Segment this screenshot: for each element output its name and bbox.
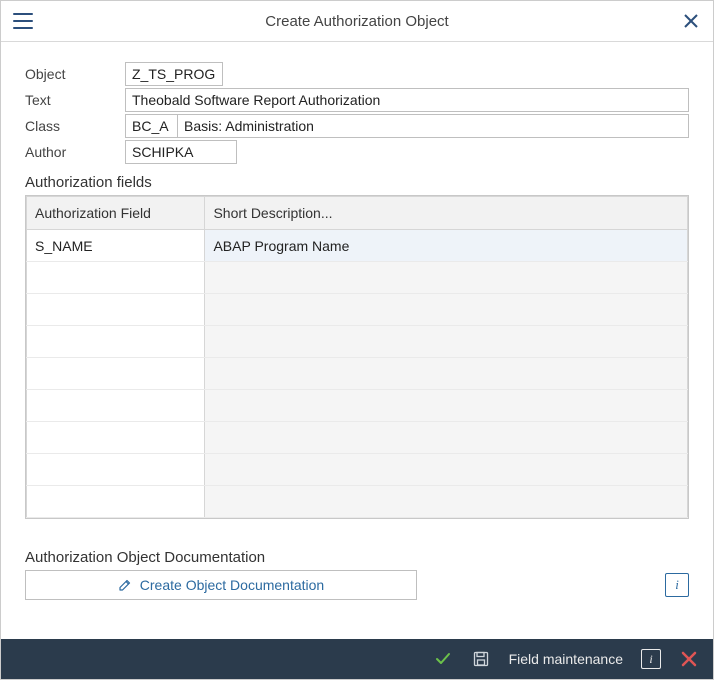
cell-desc[interactable]: ABAP Program Name (205, 230, 688, 262)
label-text: Text (25, 88, 125, 112)
cell-desc[interactable] (205, 390, 688, 422)
table-row[interactable] (27, 262, 688, 294)
heading-doc: Authorization Object Documentation (25, 549, 689, 566)
input-object[interactable]: Z_TS_PROG (125, 62, 223, 86)
input-class-desc[interactable]: Basis: Administration (177, 114, 689, 138)
cell-field[interactable] (27, 486, 205, 518)
info-icon: i (675, 577, 679, 593)
menu-button[interactable] (11, 9, 35, 33)
cell-field[interactable]: S_NAME (27, 230, 205, 262)
table-row[interactable] (27, 358, 688, 390)
input-class-code[interactable]: BC_A (125, 114, 177, 138)
create-doc-button[interactable]: Create Object Documentation (25, 570, 417, 600)
table-row[interactable] (27, 326, 688, 358)
label-object: Object (25, 62, 125, 86)
accept-button[interactable] (433, 649, 453, 669)
cell-field[interactable] (27, 326, 205, 358)
doc-info-button[interactable]: i (665, 573, 689, 597)
footer-bar: Field maintenance i (1, 639, 713, 679)
cell-desc[interactable] (205, 294, 688, 326)
row-object: Object Z_TS_PROG (25, 62, 689, 86)
table-row[interactable] (27, 486, 688, 518)
save-button[interactable] (471, 649, 491, 669)
cell-desc[interactable] (205, 358, 688, 390)
cell-field[interactable] (27, 358, 205, 390)
row-text: Text Theobald Software Report Authorizat… (25, 88, 689, 112)
close-icon (684, 14, 698, 28)
cell-desc[interactable] (205, 486, 688, 518)
cell-desc[interactable] (205, 454, 688, 486)
input-text[interactable]: Theobald Software Report Authorization (125, 88, 689, 112)
table-row[interactable] (27, 422, 688, 454)
heading-auth-fields: Authorization fields (25, 174, 689, 191)
footer-info-button[interactable]: i (641, 649, 661, 669)
cell-field[interactable] (27, 262, 205, 294)
close-button[interactable] (679, 9, 703, 33)
cell-field[interactable] (27, 294, 205, 326)
row-author: Author SCHIPKA (25, 140, 689, 164)
cell-field[interactable] (27, 454, 205, 486)
table-row[interactable]: S_NAME ABAP Program Name (27, 230, 688, 262)
col-header-desc[interactable]: Short Description... (205, 197, 688, 230)
pencil-icon (118, 578, 132, 592)
input-author[interactable]: SCHIPKA (125, 140, 237, 164)
label-author: Author (25, 140, 125, 164)
titlebar: Create Authorization Object (1, 1, 713, 42)
cancel-icon (681, 651, 697, 667)
cell-desc[interactable] (205, 422, 688, 454)
cell-desc[interactable] (205, 326, 688, 358)
cancel-button[interactable] (679, 649, 699, 669)
cell-desc[interactable] (205, 262, 688, 294)
field-maintenance-button[interactable]: Field maintenance (509, 651, 623, 667)
label-class: Class (25, 114, 125, 138)
save-icon (473, 651, 489, 667)
doc-section: Authorization Object Documentation Creat… (25, 549, 689, 600)
table-row[interactable] (27, 294, 688, 326)
create-doc-label: Create Object Documentation (140, 577, 324, 593)
table-row[interactable] (27, 454, 688, 486)
content-area: Object Z_TS_PROG Text Theobald Software … (1, 42, 713, 639)
dialog-window: Create Authorization Object Object Z_TS_… (0, 0, 714, 680)
dialog-title: Create Authorization Object (35, 13, 679, 30)
table-row[interactable] (27, 390, 688, 422)
table-header-row: Authorization Field Short Description... (27, 197, 688, 230)
cell-field[interactable] (27, 390, 205, 422)
auth-fields-table: Authorization Field Short Description...… (25, 195, 689, 519)
col-header-field[interactable]: Authorization Field (27, 197, 205, 230)
row-class: Class BC_A Basis: Administration (25, 114, 689, 138)
check-icon (435, 651, 451, 667)
cell-field[interactable] (27, 422, 205, 454)
info-icon: i (641, 649, 661, 669)
